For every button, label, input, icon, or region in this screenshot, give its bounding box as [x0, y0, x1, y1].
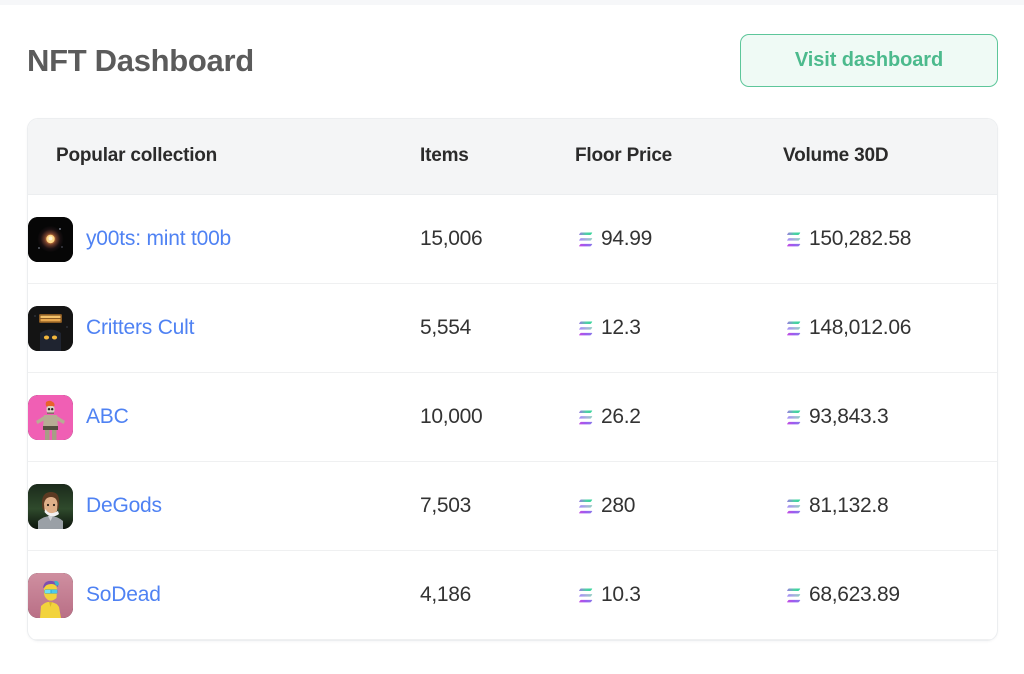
- page-header: NFT Dashboard Visit dashboard: [0, 5, 1024, 87]
- table-row[interactable]: DeGods 7,503 280 81,132.8: [28, 462, 997, 551]
- column-header-volume-30d[interactable]: Volume 30D: [783, 119, 997, 195]
- solana-icon: [783, 230, 802, 249]
- cell-volume-30d: 150,282.58: [783, 195, 997, 284]
- page-content: NFT Dashboard Visit dashboard Popular co…: [0, 5, 1024, 641]
- cell-collection: DeGods: [28, 462, 420, 551]
- collection-link[interactable]: ABC: [86, 405, 129, 429]
- table-row[interactable]: ABC 10,000 26.2 93,843.3: [28, 373, 997, 462]
- column-header-collection[interactable]: Popular collection: [28, 119, 420, 195]
- items-value: 10,000: [420, 405, 482, 428]
- table-header-row: Popular collection Items Floor Price Vol…: [28, 119, 997, 195]
- visit-dashboard-button[interactable]: Visit dashboard: [740, 34, 998, 87]
- solana-icon: [575, 408, 594, 427]
- page-title: NFT Dashboard: [27, 43, 254, 79]
- solana-icon: [575, 497, 594, 516]
- solana-icon: [575, 230, 594, 249]
- cell-floor-price: 26.2: [575, 373, 783, 462]
- cell-floor-price: 12.3: [575, 284, 783, 373]
- cell-collection: SoDead: [28, 551, 420, 640]
- cell-items: 7,503: [420, 462, 575, 551]
- cell-volume-30d: 93,843.3: [783, 373, 997, 462]
- collections-table: Popular collection Items Floor Price Vol…: [28, 119, 997, 640]
- items-value: 15,006: [420, 227, 482, 250]
- column-header-items[interactable]: Items: [420, 119, 575, 195]
- volume-30d-value: 150,282.58: [809, 227, 911, 251]
- cell-items: 15,006: [420, 195, 575, 284]
- floor-price-value: 12.3: [601, 316, 641, 340]
- table-row[interactable]: y00ts: mint t00b 15,006 94.99 150,282.58: [28, 195, 997, 284]
- collection-link[interactable]: SoDead: [86, 583, 161, 607]
- cell-floor-price: 94.99: [575, 195, 783, 284]
- solana-icon: [783, 586, 802, 605]
- cell-items: 4,186: [420, 551, 575, 640]
- cell-collection: y00ts: mint t00b: [28, 195, 420, 284]
- volume-30d-value: 148,012.06: [809, 316, 911, 340]
- floor-price-value: 280: [601, 494, 635, 518]
- volume-30d-value: 68,623.89: [809, 583, 900, 607]
- items-value: 7,503: [420, 494, 471, 517]
- solana-icon: [783, 497, 802, 516]
- solana-icon: [783, 408, 802, 427]
- solana-icon: [575, 319, 594, 338]
- cell-collection: Critters Cult: [28, 284, 420, 373]
- abc-thumbnail: [28, 395, 73, 440]
- collection-link[interactable]: y00ts: mint t00b: [86, 227, 231, 251]
- solana-icon: [783, 319, 802, 338]
- collections-card: Popular collection Items Floor Price Vol…: [27, 118, 998, 641]
- cell-floor-price: 280: [575, 462, 783, 551]
- critters-cult-thumbnail: [28, 306, 73, 351]
- cell-floor-price: 10.3: [575, 551, 783, 640]
- collection-link[interactable]: DeGods: [86, 494, 162, 518]
- cell-volume-30d: 148,012.06: [783, 284, 997, 373]
- nft-dashboard-page: NFT Dashboard Visit dashboard Popular co…: [0, 0, 1024, 674]
- cell-items: 5,554: [420, 284, 575, 373]
- sodead-thumbnail: [28, 573, 73, 618]
- floor-price-value: 94.99: [601, 227, 652, 251]
- solana-icon: [575, 586, 594, 605]
- table-head: Popular collection Items Floor Price Vol…: [28, 119, 997, 195]
- volume-30d-value: 81,132.8: [809, 494, 888, 518]
- y00ts-thumbnail: [28, 217, 73, 262]
- items-value: 4,186: [420, 583, 471, 606]
- cell-items: 10,000: [420, 373, 575, 462]
- floor-price-value: 10.3: [601, 583, 641, 607]
- degods-thumbnail: [28, 484, 73, 529]
- table-row[interactable]: SoDead 4,186 10.3 68,623.89: [28, 551, 997, 640]
- items-value: 5,554: [420, 316, 471, 339]
- table-body: y00ts: mint t00b 15,006 94.99 150,282.58 Cri…: [28, 195, 997, 640]
- cell-volume-30d: 81,132.8: [783, 462, 997, 551]
- floor-price-value: 26.2: [601, 405, 641, 429]
- volume-30d-value: 93,843.3: [809, 405, 888, 429]
- cell-volume-30d: 68,623.89: [783, 551, 997, 640]
- table-row[interactable]: Critters Cult 5,554 12.3 148,012.06: [28, 284, 997, 373]
- cell-collection: ABC: [28, 373, 420, 462]
- collection-link[interactable]: Critters Cult: [86, 316, 194, 340]
- column-header-floor-price[interactable]: Floor Price: [575, 119, 783, 195]
